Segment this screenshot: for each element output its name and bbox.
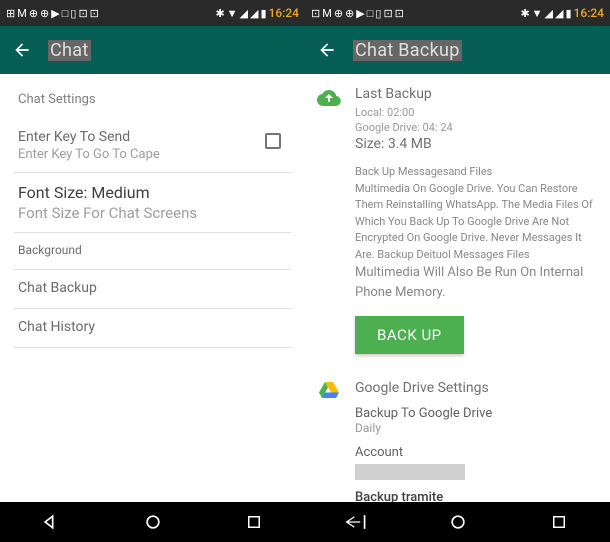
enter-key-sub: Enter Key To Go To Cape <box>18 147 287 162</box>
signal-icon: ◢ <box>545 7 553 20</box>
battery-icon: ▮ <box>260 7 266 20</box>
gdrive-head: Google Drive Settings <box>355 380 600 396</box>
enter-key-checkbox[interactable] <box>265 133 281 149</box>
phone-icon: ▯ <box>375 7 381 20</box>
backup-content: Last Backup Local: 02:00 Google Drive: 0… <box>305 74 610 502</box>
app-title: Chat <box>48 40 91 61</box>
last-backup-gdrive: Google Drive: 04: 24 <box>355 121 600 134</box>
backup-button[interactable]: BACK UP <box>355 316 464 354</box>
backup-desc-tail: Multimedia Will Also Be Run On Internal … <box>355 265 583 300</box>
backup-description: Back Up Messagesand Files Multimedia On … <box>355 164 600 302</box>
app-icon: □ <box>367 7 374 20</box>
app-title: Chat Backup <box>353 40 462 61</box>
right-screen: ⊡ M ⊕ ⊕ ▶ □ ▯ ⊡ ⊡ ✱ ▼ ◢ ◢ ▮ 16:24 Chat B… <box>305 0 610 542</box>
last-backup-size: Size: 3.4 MB <box>355 136 600 152</box>
backup-desc-line1: Back Up Messagesand Files <box>355 165 492 178</box>
backup-desc-body: Multimedia On Google Drive. You Can Rest… <box>355 182 593 261</box>
font-size-sub: Font Size For Chat Screens <box>18 204 287 222</box>
status-time: 16:24 <box>574 6 604 20</box>
nav-bar-right <box>305 502 610 542</box>
last-backup-head: Last Backup <box>355 86 600 102</box>
nav-home[interactable] <box>407 502 509 542</box>
app-icon: ⊕ <box>345 7 354 20</box>
app-icon: ⊡ <box>383 7 392 20</box>
account-value-redacted <box>355 464 465 480</box>
app-bar-left: Chat <box>0 26 305 74</box>
row-backup-via[interactable]: Backup tramite <box>355 490 600 502</box>
app-bar-right: Chat Backup <box>305 26 610 74</box>
backup-via-title: Backup tramite <box>355 490 600 502</box>
nav-bar-left <box>0 502 305 542</box>
row-backup-to-gdrive[interactable]: Backup To Google Drive Daily <box>355 406 600 435</box>
row-enter-key[interactable]: Enter Key To Send Enter Key To Go To Cap… <box>14 119 291 173</box>
row-background[interactable]: Background <box>14 233 291 270</box>
wifi-icon: ▼ <box>227 7 238 20</box>
left-screen: ⊞ M ⊕ ⊕ ▶ □ ▯ ⊡ ⊡ ✱ ▼ ◢ ◢ ▮ 16:24 Chat <box>0 0 305 542</box>
nav-recent[interactable] <box>508 502 610 542</box>
status-bar-right: ⊡ M ⊕ ⊕ ▶ □ ▯ ⊡ ⊡ ✱ ▼ ◢ ◢ ▮ 16:24 <box>305 0 610 26</box>
youtube-icon: ▶ <box>51 7 59 20</box>
row-chat-backup[interactable]: Chat Backup <box>14 270 291 309</box>
mail-icon: M <box>322 7 332 20</box>
enter-key-title: Enter Key To Send <box>18 129 287 145</box>
app-icon: ⊕ <box>29 7 38 20</box>
background-label: Background <box>18 243 287 257</box>
app-icon: ⊡ <box>311 7 320 20</box>
row-chat-history[interactable]: Chat History <box>14 309 291 348</box>
app-icon: ⊡ <box>90 7 99 20</box>
row-font-size[interactable]: Font Size: Medium Font Size For Chat Scr… <box>14 173 291 233</box>
row-account[interactable]: Account <box>355 445 600 480</box>
nav-back[interactable] <box>0 502 102 542</box>
battery-icon: ▮ <box>565 7 571 20</box>
cloud-upload-icon <box>317 86 341 110</box>
app-icon: □ <box>62 7 69 20</box>
app-icon: ⊡ <box>395 7 404 20</box>
back-icon[interactable] <box>317 40 337 60</box>
bluetooth-icon: ✱ <box>520 7 529 20</box>
status-right-right: ✱ ▼ ◢ ◢ ▮ 16:24 <box>520 6 604 20</box>
youtube-icon: ▶ <box>356 7 364 20</box>
app-icon: ⊡ <box>78 7 87 20</box>
wifi-icon: ▼ <box>532 7 543 20</box>
last-backup-section: Last Backup Local: 02:00 Google Drive: 0… <box>305 74 610 368</box>
back-icon[interactable] <box>12 40 32 60</box>
mail-icon: M <box>17 7 27 20</box>
status-icons-left: ⊞ M ⊕ ⊕ ▶ □ ▯ ⊡ ⊡ <box>6 7 99 20</box>
gdrive-section: Google Drive Settings Backup To Google D… <box>305 368 610 502</box>
status-time: 16:24 <box>269 6 299 20</box>
section-head-chat-settings: Chat Settings <box>18 92 291 107</box>
status-bar-left: ⊞ M ⊕ ⊕ ▶ □ ▯ ⊡ ⊡ ✱ ▼ ◢ ◢ ▮ 16:24 <box>0 0 305 26</box>
signal-icon: ◢ <box>250 7 258 20</box>
account-title: Account <box>355 445 600 460</box>
phone-icon: ▯ <box>70 7 76 20</box>
signal-icon: ◢ <box>240 7 248 20</box>
app-icon: ⊞ <box>6 7 15 20</box>
backup-to-title: Backup To Google Drive <box>355 406 600 421</box>
signal-icon: ◢ <box>555 7 563 20</box>
nav-home[interactable] <box>102 502 204 542</box>
app-icon: ⊕ <box>40 7 49 20</box>
chat-settings-content: Chat Settings Enter Key To Send Enter Ke… <box>0 74 305 502</box>
chat-history-label: Chat History <box>18 319 287 335</box>
bluetooth-icon: ✱ <box>215 7 224 20</box>
google-drive-icon <box>317 380 341 404</box>
nav-recent[interactable] <box>203 502 305 542</box>
chat-backup-label: Chat Backup <box>18 280 287 296</box>
last-backup-local: Local: 02:00 <box>355 106 600 119</box>
backup-freq: Daily <box>355 421 600 435</box>
nav-back[interactable] <box>305 502 407 542</box>
status-right-left: ✱ ▼ ◢ ◢ ▮ 16:24 <box>215 6 299 20</box>
status-icons-right: ⊡ M ⊕ ⊕ ▶ □ ▯ ⊡ ⊡ <box>311 7 404 20</box>
font-size-title: Font Size: Medium <box>18 183 287 202</box>
app-icon: ⊕ <box>334 7 343 20</box>
